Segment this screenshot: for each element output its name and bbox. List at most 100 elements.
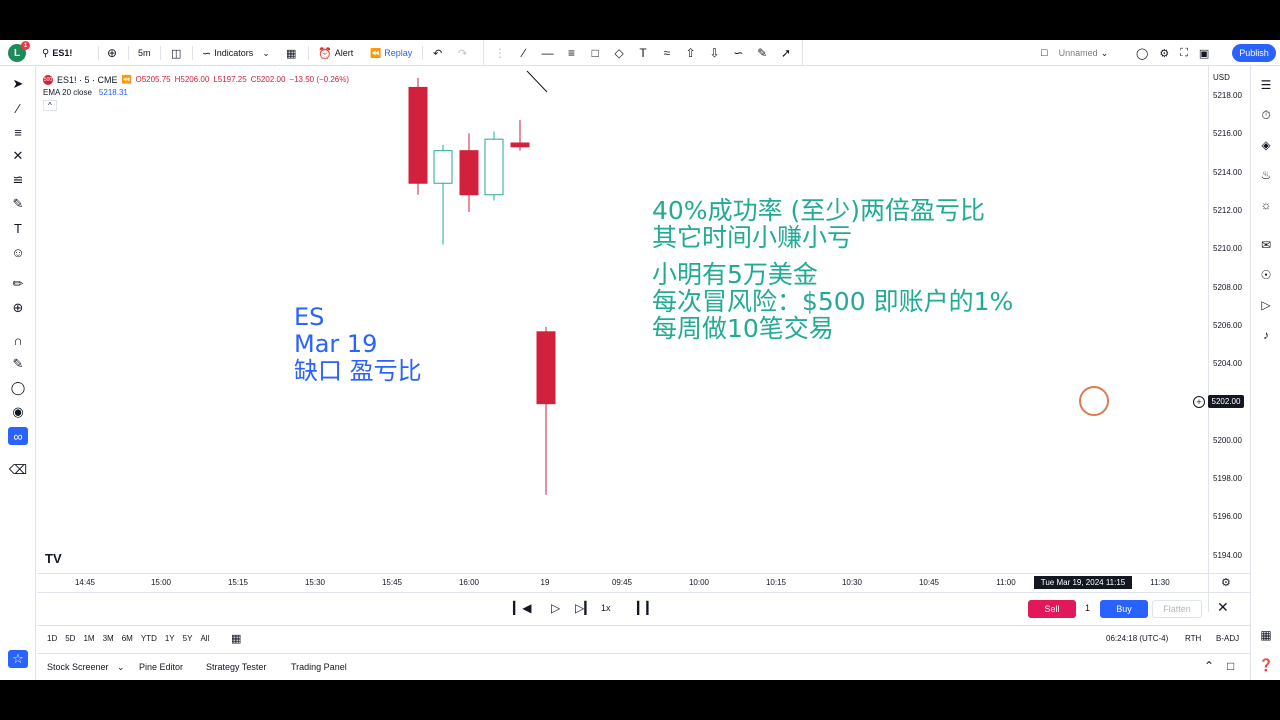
pattern-tool-icon[interactable]: ✕ (8, 147, 28, 165)
ruler-icon[interactable]: ➚ (777, 46, 795, 60)
magnet-icon[interactable]: ∩ (8, 331, 28, 349)
stay-drawing-icon[interactable]: ✎ (8, 355, 28, 373)
user-avatar[interactable]: L 1 (8, 41, 30, 62)
symbol-legend-row[interactable]: 500 ES1! · 5 · CME ⏪ O5205.75 H5206.00 L… (43, 73, 349, 86)
compare-button[interactable]: ⊕ (107, 44, 117, 62)
range-5d[interactable]: 5D (65, 634, 75, 643)
symbol-search-button[interactable]: ⚲ ES1! (42, 44, 72, 62)
brush-tool-icon[interactable]: ✎ (8, 195, 28, 213)
snapshot-icon[interactable]: ▣ (1199, 47, 1209, 60)
text-tool-icon[interactable]: T (8, 219, 28, 237)
sync-drawings-icon[interactable]: ∞ (8, 427, 28, 445)
buy-button[interactable]: Buy (1100, 600, 1148, 618)
streams-icon[interactable]: ☉ (1257, 266, 1275, 284)
tab-stock-screener[interactable]: Stock Screener ⌄ (47, 662, 125, 673)
drawn-trend-line[interactable] (526, 70, 548, 93)
play-icon[interactable]: ▷ (551, 601, 560, 615)
select-bar-icon[interactable]: ▎◀ (513, 601, 531, 615)
forecast-tool-icon[interactable]: ≌ (8, 171, 28, 189)
session-toggle[interactable]: RTH (1185, 634, 1201, 643)
lock-icon[interactable]: ◯ (8, 379, 28, 397)
drag-handle-icon[interactable]: ⋮ (491, 46, 509, 60)
trash-icon[interactable]: ⌫ (8, 461, 28, 479)
chat-icon[interactable]: ✉ (1257, 236, 1275, 254)
ema-legend-row[interactable]: EMA 20 close 5218.31 (43, 86, 349, 99)
indicators-button[interactable]: ∽ Indicators ⌄ (202, 44, 270, 62)
zoom-in-icon[interactable]: ⊕ (8, 299, 28, 317)
range-3m[interactable]: 3M (103, 634, 114, 643)
annotation-green-text[interactable]: 40%成功率 (至少)两倍盈亏比 其它时间小赚小亏 小明有5万美金 每次冒风险：… (652, 197, 1013, 342)
text-icon[interactable]: T (634, 46, 652, 60)
replay-label: Replay (384, 48, 413, 58)
range-1d[interactable]: 1D (47, 634, 57, 643)
sell-button[interactable]: Sell (1028, 600, 1076, 618)
range-1m[interactable]: 1M (83, 634, 94, 643)
quantity-field[interactable]: 1 (1085, 603, 1090, 613)
rectangle-icon[interactable]: □ (586, 46, 604, 60)
range-1y[interactable]: 1Y (165, 634, 175, 643)
tab-pine-editor[interactable]: Pine Editor (139, 662, 183, 672)
range-6m[interactable]: 6M (122, 634, 133, 643)
ruler-tool-icon[interactable]: ✏ (8, 275, 28, 293)
ohlc-high: H5206.00 (174, 75, 210, 84)
horizontal-ray-icon[interactable]: — (539, 46, 557, 60)
alerts-clock-icon[interactable]: ⏱ (1257, 106, 1275, 124)
arrow-up-icon[interactable]: ⇧ (682, 46, 700, 60)
adjustment-toggle[interactable]: B-ADJ (1216, 634, 1239, 643)
cursor-icon[interactable]: ➤ (8, 75, 28, 93)
pen-icon[interactable]: ✎ (753, 46, 771, 60)
forward-step-icon[interactable]: ▷▎ (575, 601, 593, 615)
parallel-channel-icon[interactable]: ≡ (562, 46, 580, 60)
price-axis[interactable]: USD 5218.00 5216.00 5214.00 5212.00 5210.00 5… (1208, 66, 1250, 612)
notifications-bell-icon[interactable]: ♪ (1257, 326, 1275, 344)
templates-button[interactable]: ▦ (286, 44, 296, 62)
tab-strategy-tester[interactable]: Strategy Tester (206, 662, 266, 672)
quick-search-icon[interactable]: ◯ (1136, 47, 1148, 60)
eye-icon[interactable]: ◉ (8, 403, 28, 421)
interval-button[interactable]: 5m (138, 44, 151, 62)
axis-settings-gear-icon[interactable]: ⚙ (1221, 576, 1231, 589)
brush-icon[interactable]: ≈ (658, 46, 676, 60)
watchlist-icon[interactable]: ☰ (1257, 76, 1275, 94)
currency-label[interactable]: USD (1213, 73, 1230, 82)
annotation-blue-text[interactable]: ES Mar 19 缺口 盈亏比 (294, 304, 422, 385)
jump-to-realtime-icon[interactable]: ▎▎ (637, 601, 655, 615)
redo-button[interactable]: ↷ (458, 44, 467, 62)
help-icon[interactable]: ❓ (1257, 656, 1275, 674)
chart-type-button[interactable]: ◫ (171, 44, 181, 62)
tab-trading-panel[interactable]: Trading Panel (291, 662, 347, 672)
ideas-bulb-icon[interactable]: ☼ (1257, 196, 1275, 214)
fib-tool-icon[interactable]: ≡ (8, 123, 28, 141)
replay-button[interactable]: ⏪ Replay (370, 44, 412, 62)
trend-line-icon[interactable]: ∕ (515, 46, 533, 60)
undo-button[interactable]: ↶ (433, 44, 442, 62)
range-all[interactable]: All (200, 634, 209, 643)
fullscreen-icon[interactable]: ⛶ (1180, 47, 1188, 60)
calendar-icon[interactable]: ▦ (1257, 626, 1275, 644)
watchlist-star-icon[interactable]: ☆ (8, 650, 28, 668)
hotlist-fire-icon[interactable]: ♨ (1257, 166, 1275, 184)
path-icon[interactable]: ◇ (610, 46, 628, 60)
go-to-date-calendar-icon[interactable]: ▦ (231, 632, 241, 645)
price-chart[interactable] (37, 66, 1208, 612)
legend-collapse-button[interactable]: ^ (43, 99, 349, 112)
range-ytd[interactable]: YTD (141, 634, 157, 643)
emoji-tool-icon[interactable]: ☺ (8, 243, 28, 261)
curve-icon[interactable]: ∽ (729, 46, 747, 60)
arrow-down-icon[interactable]: ⇩ (706, 46, 724, 60)
broadcast-icon[interactable]: ▷ (1257, 296, 1275, 314)
maximize-panel-icon[interactable]: □ (1227, 659, 1234, 673)
settings-icon[interactable]: ⚙ (1159, 47, 1169, 60)
layers-icon[interactable]: ◈ (1257, 136, 1275, 154)
publish-button[interactable]: Publish (1232, 44, 1276, 62)
layout-name-button[interactable]: □ Unnamed ⌄ (1041, 44, 1108, 62)
add-order-plus-icon[interactable]: + (1193, 396, 1205, 408)
clock-readout[interactable]: 06:24:18 (UTC-4) (1106, 634, 1168, 643)
replay-speed-button[interactable]: 1x (601, 603, 611, 613)
flatten-button[interactable]: Flatten (1152, 600, 1202, 618)
trend-line-tool-icon[interactable]: ∕ (8, 99, 28, 117)
chevron-up-icon[interactable]: ⌃ (1204, 659, 1214, 673)
alert-button[interactable]: ⏰ Alert (318, 44, 353, 62)
close-replay-icon[interactable]: ✕ (1217, 599, 1229, 616)
range-5y[interactable]: 5Y (183, 634, 193, 643)
